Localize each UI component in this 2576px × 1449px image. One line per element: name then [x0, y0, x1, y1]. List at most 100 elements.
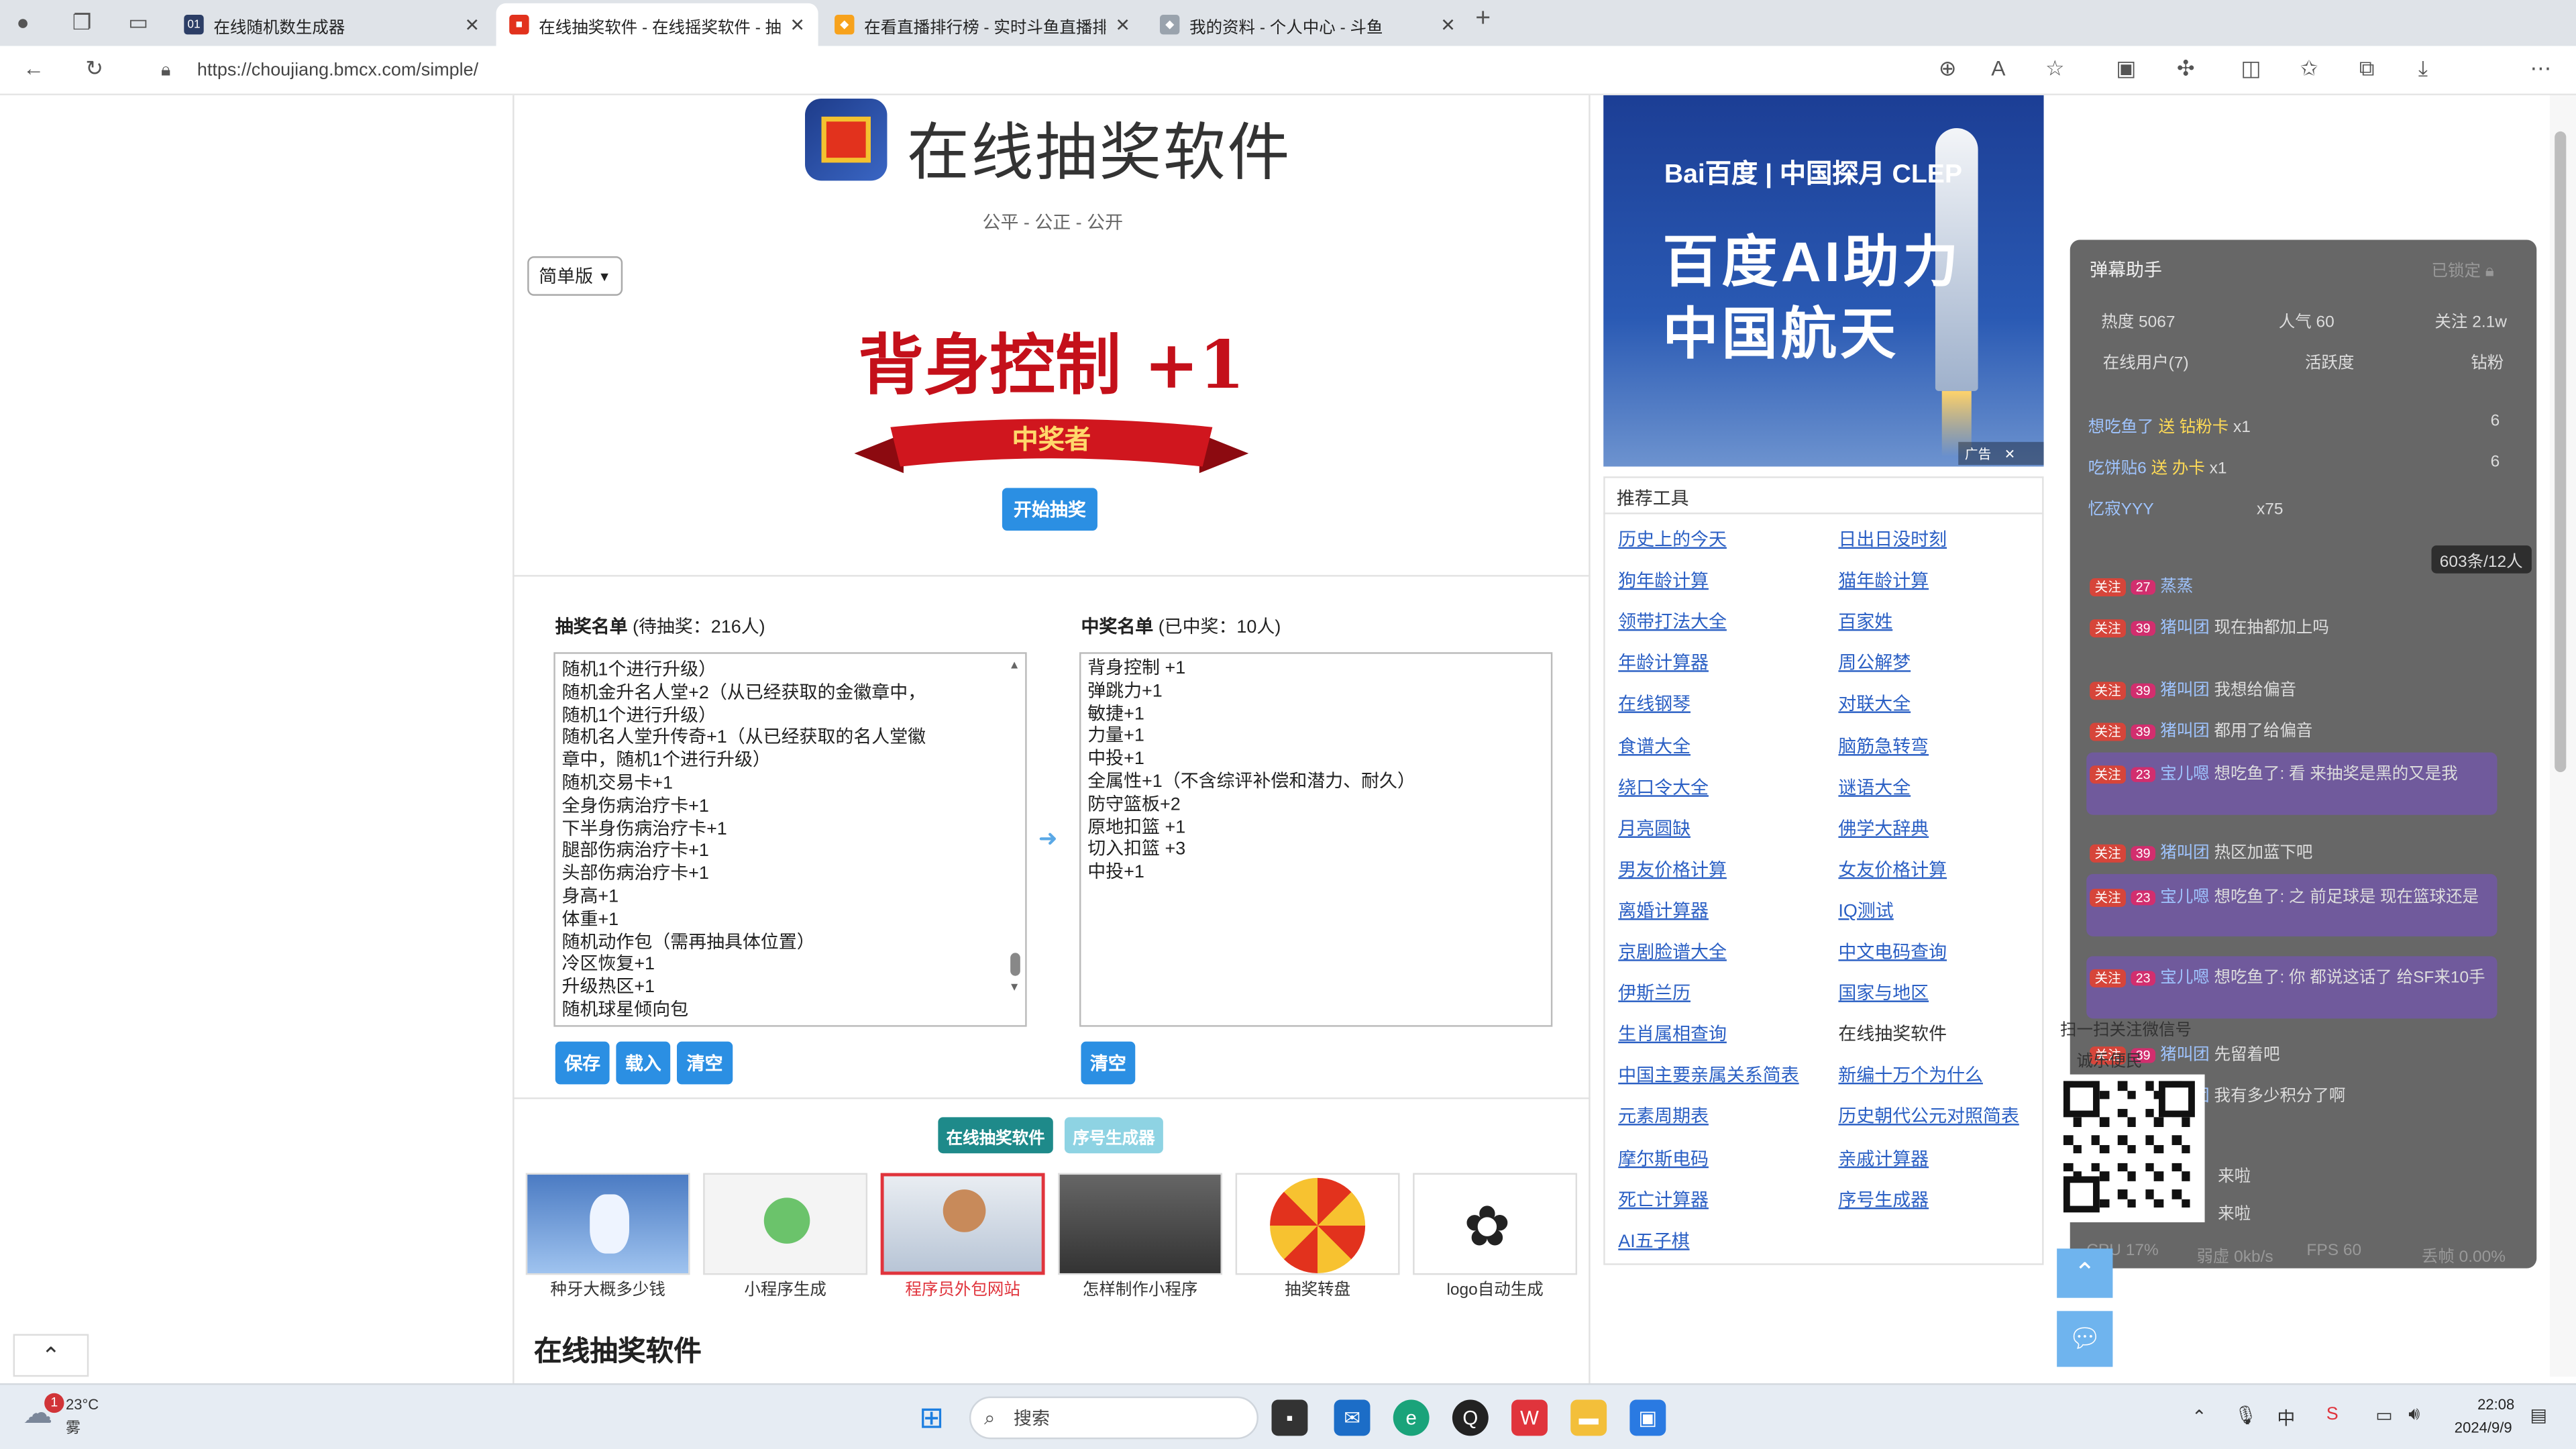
taskbar-search[interactable]: ⌕ 搜索 [969, 1396, 1258, 1440]
thumb-caption[interactable]: 怎样制作小程序 [1050, 1275, 1230, 1299]
danmu-tab[interactable]: 钻粉 [2471, 348, 2504, 373]
tool-link[interactable]: 伊斯兰历 [1618, 979, 1690, 1006]
tool-link[interactable]: 序号生成器 [1838, 1185, 1929, 1212]
clock-date[interactable]: 2024/9/9 [2455, 1419, 2512, 1436]
tool-link[interactable]: 佛学大辞典 [1838, 814, 1929, 841]
tab-douyu-ranking[interactable]: ◆ 在看直播排行榜 - 实时斗鱼直播排 ✕ [822, 3, 1144, 46]
page-scrollbar-thumb[interactable] [2555, 131, 2567, 773]
tool-link[interactable]: 食谱大全 [1618, 732, 1690, 758]
mail-icon[interactable]: ✉ [1334, 1399, 1371, 1436]
tool-link[interactable]: 元素周期表 [1618, 1103, 1709, 1129]
favorite-star-icon[interactable]: ☆ [2045, 56, 2065, 80]
tool-link[interactable]: 对联大全 [1838, 691, 1911, 717]
thumb-caption[interactable]: 抽奖转盘 [1227, 1275, 1407, 1299]
close-icon[interactable]: ✕ [2004, 446, 2015, 461]
version-select[interactable]: 简单版 ▼ [527, 256, 623, 296]
url-bar[interactable]: 🔒︎ https://choujiang.bmcx.com/simple/ [144, 52, 2084, 89]
ad-tag[interactable]: 广告 ✕ [1958, 441, 2044, 466]
draw-list-textarea[interactable]: 随机1个进行升级） 随机金升名人堂+2（从已经获取的金徽章中， 随机1个进行升级）随… [553, 652, 1027, 1027]
antivirus-icon[interactable]: S [2326, 1405, 2339, 1424]
workspaces-icon[interactable]: ❐ [72, 11, 92, 34]
tool-link[interactable]: 女友价格计算 [1838, 855, 1947, 881]
danmu-tab[interactable]: 活跃度 [2305, 348, 2354, 373]
close-tab-icon[interactable]: ✕ [1440, 14, 1456, 35]
windows-start-icon[interactable]: ⊞ [914, 1400, 950, 1436]
tab-random-number[interactable]: 01 在线随机数生成器 ✕ [171, 3, 493, 46]
tab-actions-icon[interactable]: ▭ [128, 11, 148, 34]
close-tab-icon[interactable]: ✕ [465, 14, 480, 35]
thumb-wheel[interactable] [1235, 1173, 1400, 1275]
tool-link[interactable]: 脑筋急转弯 [1838, 732, 1929, 758]
load-button[interactable]: 载入 [616, 1041, 671, 1085]
split-screen-icon[interactable]: ◫ [2241, 56, 2261, 80]
notification-center-icon[interactable]: ▤ [2530, 1405, 2546, 1426]
tool-link[interactable]: 摩尔斯电码 [1618, 1144, 1709, 1171]
tool-link[interactable]: 离婚计算器 [1618, 897, 1709, 923]
thumb-outsourcing[interactable] [880, 1173, 1045, 1275]
tool-link[interactable]: 日出日没时刻 [1838, 526, 1947, 552]
tool-link[interactable]: 男友价格计算 [1618, 855, 1727, 881]
tool-link[interactable]: 中文电码查询 [1838, 938, 1947, 964]
profile-icon[interactable]: ● [16, 11, 29, 34]
tool-link[interactable]: 谜语大全 [1838, 773, 1911, 799]
edge-icon[interactable]: e [1393, 1399, 1430, 1436]
downloads-icon[interactable]: ⤓ [2418, 56, 2428, 80]
tool-link[interactable]: 新编十万个为什么 [1838, 1062, 1983, 1088]
qq-icon[interactable]: Q [1452, 1399, 1489, 1436]
clear-winners-button[interactable]: 清空 [1081, 1041, 1136, 1085]
tool-link[interactable]: 月亮圆缺 [1618, 814, 1690, 841]
winners-textarea[interactable]: 背身控制 +1 弹跳力+1 敏捷+1 力量+1 中投+1 全属性+1（不含综评补偿和潜力、… [1079, 652, 1553, 1027]
task-view-icon[interactable]: ▪ [1271, 1399, 1308, 1436]
thumb-logo[interactable]: ✿ [1413, 1173, 1578, 1275]
wps-icon[interactable]: W [1511, 1399, 1548, 1436]
tool-link[interactable]: 在线钢琴 [1618, 691, 1690, 717]
extension-icon[interactable]: ▣ [2116, 56, 2136, 80]
tool-link[interactable]: 死亡计算器 [1618, 1185, 1709, 1212]
network-icon[interactable]: ▭ [2375, 1405, 2392, 1426]
chat-bubble-icon[interactable]: 💬︎ [2057, 1311, 2113, 1367]
draw-list-scrollbar[interactable]: ▲ ▼ [1006, 657, 1025, 1026]
file-explorer-icon[interactable]: ▬ [1570, 1399, 1607, 1436]
tool-link[interactable]: 领带打法大全 [1618, 608, 1727, 635]
tool-link[interactable]: IQ测试 [1838, 897, 1893, 923]
puzzle-icon[interactable]: ✣ [2177, 56, 2195, 80]
start-draw-button[interactable]: 开始抽奖 [1002, 488, 1097, 531]
collections-icon[interactable]: ⧉ [2359, 56, 2375, 80]
danmu-tab[interactable]: 在线用户(7) [2103, 348, 2189, 373]
thumb-implant[interactable] [525, 1173, 690, 1275]
close-tab-icon[interactable]: ✕ [790, 14, 805, 35]
tool-link[interactable]: 亲戚计算器 [1838, 1144, 1929, 1171]
tray-chevron-icon[interactable]: ⌃ [2192, 1406, 2207, 1428]
thumb-make-miniprogram[interactable] [1058, 1173, 1223, 1275]
nav-serial-generator-button[interactable]: 序号生成器 [1064, 1117, 1163, 1154]
app-icon[interactable]: ▣ [1629, 1399, 1666, 1436]
tool-link[interactable]: 猫年龄计算 [1838, 567, 1929, 593]
favorites-icon[interactable]: ✩ [2300, 56, 2318, 80]
nav-lottery-button[interactable]: 在线抽奖软件 [938, 1117, 1053, 1154]
read-aloud-icon[interactable]: A [1991, 56, 2005, 80]
tool-link[interactable]: 绕口令大全 [1618, 773, 1709, 799]
thumb-caption[interactable]: 程序员外包网站 [872, 1275, 1053, 1299]
tab-douyu-profile[interactable]: ◆ 我的资料 - 个人中心 - 斗鱼 ✕ [1146, 3, 1468, 46]
tool-link[interactable]: 生肖属相查询 [1618, 1020, 1727, 1046]
tool-link[interactable]: 年龄计算器 [1618, 649, 1709, 676]
refresh-icon[interactable]: ↻ [85, 56, 103, 80]
zoom-icon[interactable]: ⊕ [1939, 56, 1957, 80]
tool-link[interactable]: AI五子棋 [1618, 1227, 1689, 1253]
thumb-miniprogram[interactable] [703, 1173, 868, 1275]
back-icon[interactable]: ← [23, 56, 44, 80]
tool-link[interactable]: 周公解梦 [1838, 649, 1911, 676]
tool-link[interactable]: 狗年龄计算 [1618, 567, 1709, 593]
tool-link[interactable]: 历史上的今天 [1618, 526, 1727, 552]
save-button[interactable]: 保存 [555, 1041, 610, 1085]
clear-button[interactable]: 清空 [676, 1041, 733, 1085]
close-tab-icon[interactable]: ✕ [1115, 14, 1130, 35]
clock-time[interactable]: 22:08 [2477, 1397, 2514, 1413]
chevron-up-icon[interactable]: ⌃ [13, 1334, 89, 1377]
wechat-qr-code[interactable] [2057, 1074, 2205, 1223]
tab-lottery[interactable]: ■ 在线抽奖软件 - 在线摇奖软件 - 抽 ✕ [496, 3, 818, 46]
tool-link[interactable]: 国家与地区 [1838, 979, 1929, 1006]
new-tab-icon[interactable]: + [1475, 6, 1491, 32]
mic-icon[interactable]: 🎙︎ [2235, 1405, 2257, 1426]
menu-icon[interactable]: ⋯ [2530, 56, 2551, 80]
